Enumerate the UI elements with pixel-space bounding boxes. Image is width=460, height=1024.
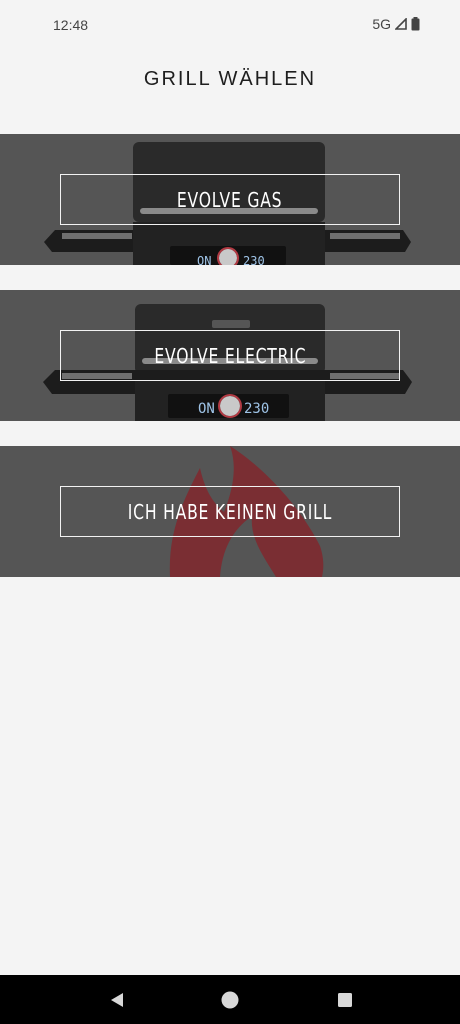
- grill-display-left: ON: [198, 401, 215, 417]
- grill-option-evolve-gas[interactable]: ON 230 EVOLVE GAS: [0, 134, 460, 265]
- page-title: GRILL WÄHLEN: [143, 68, 317, 90]
- grill-option-no-grill[interactable]: ICH HABE KEINEN GRILL: [0, 446, 460, 577]
- back-icon[interactable]: [108, 991, 126, 1009]
- status-time: 12:48: [53, 17, 89, 33]
- screen: 12:48 5G GRILL WÄHLEN ON 230 EVOLVE GAS …: [0, 0, 460, 1024]
- system-nav-bar: [0, 975, 460, 1024]
- no-grill-button[interactable]: ICH HABE KEINEN GRILL: [60, 486, 400, 537]
- battery-icon: [411, 17, 420, 31]
- grill-display-left: ON: [197, 254, 211, 265]
- select-evolve-gas-button[interactable]: EVOLVE GAS: [60, 174, 400, 225]
- grill-option-evolve-electric[interactable]: ON 230 EVOLVE ELECTRIC: [0, 290, 460, 421]
- select-evolve-electric-button[interactable]: EVOLVE ELECTRIC: [60, 330, 400, 381]
- evolve-gas-label: EVOLVE GAS: [177, 187, 283, 212]
- no-grill-label: ICH HABE KEINEN GRILL: [127, 499, 333, 524]
- status-indicators: 5G: [372, 16, 420, 32]
- network-label: 5G: [372, 16, 391, 32]
- evolve-electric-label: EVOLVE ELECTRIC: [154, 343, 306, 368]
- home-icon[interactable]: [221, 991, 239, 1009]
- grill-display-right: 230: [244, 401, 269, 417]
- status-bar: 12:48 5G: [0, 0, 460, 52]
- grill-display-right: 230: [243, 254, 265, 265]
- recents-icon[interactable]: [336, 991, 354, 1009]
- signal-icon: [395, 18, 407, 30]
